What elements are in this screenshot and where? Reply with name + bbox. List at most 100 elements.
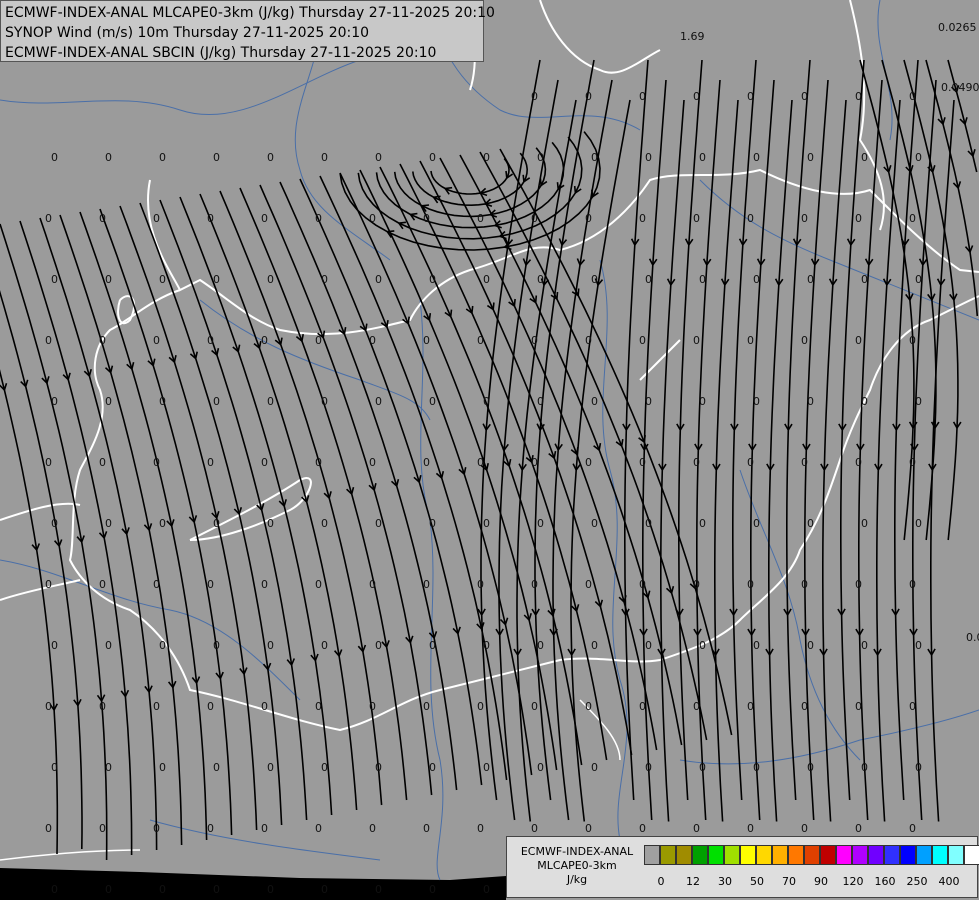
legend-swatch	[676, 845, 692, 865]
legend-tick: 50	[750, 875, 764, 888]
value-label: 0	[531, 578, 538, 591]
value-label: 0	[591, 151, 598, 164]
value-label: 0	[105, 761, 112, 774]
value-label: 0	[807, 395, 814, 408]
value-label: 0	[861, 761, 868, 774]
color-legend: ECMWF-INDEX-ANAL MLCAPE0-3km J/kg 0 12 30 5…	[506, 836, 979, 898]
legend-swatch	[756, 845, 772, 865]
value-label: 0	[531, 456, 538, 469]
value-label: 0	[153, 578, 160, 591]
value-label: 0	[207, 822, 214, 835]
legend-tick: 0	[657, 875, 665, 888]
legend-swatch	[804, 845, 820, 865]
value-label: 0	[699, 639, 706, 652]
value-label: 0	[645, 517, 652, 530]
value-label: 0	[213, 761, 220, 774]
value-label: 0	[321, 883, 328, 896]
value-label: 0	[801, 456, 808, 469]
value-label: 0	[753, 517, 760, 530]
value-label: 0	[639, 90, 646, 103]
value-label: 0	[99, 334, 106, 347]
value-label: 0.0265	[938, 21, 977, 34]
value-label: 0	[261, 822, 268, 835]
value-label: 0	[423, 456, 430, 469]
value-label: 0	[747, 90, 754, 103]
value-label: 0	[861, 273, 868, 286]
legend-swatch	[932, 845, 948, 865]
value-label: 0	[747, 700, 754, 713]
value-label: 0	[909, 456, 916, 469]
legend-swatch	[788, 845, 804, 865]
legend-label: ECMWF-INDEX-ANAL MLCAPE0-3km J/kg	[511, 845, 643, 887]
value-label: 0	[429, 517, 436, 530]
value-label: 0	[537, 395, 544, 408]
legend-swatch	[708, 845, 724, 865]
legend-tick: 400	[938, 875, 960, 888]
value-label: 0	[51, 883, 58, 896]
value-label: 0	[699, 151, 706, 164]
value-label: 0	[753, 273, 760, 286]
value-label: 0	[915, 639, 922, 652]
value-label: 0	[693, 822, 700, 835]
value-label: 0	[855, 822, 862, 835]
legend-variable: MLCAPE0-3km	[537, 859, 617, 872]
value-label: 0	[591, 517, 598, 530]
value-label: 0	[369, 700, 376, 713]
value-label: 0	[855, 700, 862, 713]
value-label: 0	[375, 151, 382, 164]
value-label: 0	[45, 578, 52, 591]
value-label: 0	[369, 212, 376, 225]
value-label: 0	[477, 456, 484, 469]
legend-swatch	[900, 845, 916, 865]
value-label: 0	[321, 395, 328, 408]
value-label: 0	[429, 151, 436, 164]
value-label: 0	[51, 273, 58, 286]
value-label: 0	[639, 456, 646, 469]
value-label: 0	[483, 883, 490, 896]
value-label: 0	[645, 395, 652, 408]
value-label: 0	[801, 822, 808, 835]
value-label: 0	[99, 212, 106, 225]
value-label: 0	[801, 700, 808, 713]
value-label: 0	[159, 151, 166, 164]
value-label: 0	[585, 578, 592, 591]
value-label: 0	[321, 517, 328, 530]
value-label: 0	[477, 822, 484, 835]
value-label: 0	[855, 334, 862, 347]
value-label: 0	[747, 212, 754, 225]
value-label: 0	[537, 517, 544, 530]
value-label: 0	[585, 334, 592, 347]
value-label: 0	[153, 212, 160, 225]
value-label: 0	[639, 212, 646, 225]
legend-swatch	[868, 845, 884, 865]
value-label: 0	[531, 212, 538, 225]
legend-tick: 12	[686, 875, 700, 888]
value-label: 0	[753, 639, 760, 652]
legend-swatch	[916, 845, 932, 865]
value-label: 0	[213, 151, 220, 164]
value-label: 0	[321, 151, 328, 164]
value-label: 0	[861, 395, 868, 408]
value-label: 0	[105, 273, 112, 286]
value-label: 0	[51, 395, 58, 408]
value-label: 0	[267, 639, 274, 652]
value-label: 0	[483, 517, 490, 530]
value-label: 0	[153, 456, 160, 469]
legend-source: ECMWF-INDEX-ANAL	[520, 845, 634, 858]
value-label: 0	[645, 273, 652, 286]
value-label: 0	[483, 151, 490, 164]
value-label: 0	[747, 456, 754, 469]
value-label: 0	[315, 212, 322, 225]
value-label: 0	[45, 212, 52, 225]
value-label: 0	[99, 578, 106, 591]
value-label: 0	[267, 395, 274, 408]
legend-tick: 160	[874, 875, 896, 888]
value-label: 0	[315, 700, 322, 713]
value-label: 0	[861, 517, 868, 530]
value-label: 0	[423, 334, 430, 347]
legend-swatches	[644, 845, 979, 865]
value-label: 0	[369, 334, 376, 347]
value-label: 0	[477, 334, 484, 347]
legend-swatch	[836, 845, 852, 865]
value-label: 0	[213, 883, 220, 896]
